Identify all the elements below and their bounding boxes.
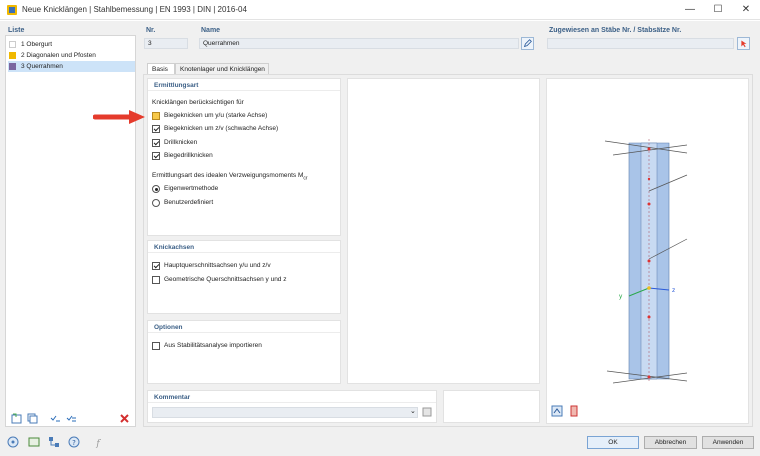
select-members-icon[interactable] [737,37,750,50]
view-options-icon[interactable] [551,405,563,417]
checkbox-drillknicken-label: Drillknicken [164,139,198,146]
new-item-icon[interactable] [10,412,23,425]
checkbox-biegeknicken-z[interactable] [152,125,160,133]
ok-button[interactable]: OK [587,436,639,449]
list-item-diagonalen[interactable]: 2 Diagonalen und Pfosten [8,50,135,61]
display-settings-icon[interactable] [568,405,580,417]
checkbox-biegedrillknicken[interactable] [152,152,160,160]
divider [148,402,436,403]
kommentar-input[interactable] [152,407,418,418]
checkbox-geometrische-achsen-label: Geometrische Querschnittsachsen y und z [164,276,287,283]
checkbox-hauptachsen-label: Hauptquerschnittsachsen y/u und z/v [164,262,271,269]
divider [148,90,340,91]
list-item-querrahmen[interactable]: 3 Querrahmen [8,61,135,72]
cancel-button[interactable]: Abbrechen [644,436,697,449]
optionen-panel: Optionen Aus Stabilitätsanalyse importie… [147,320,341,384]
title-bar: Neue Knicklängen | Stahlbemessung | EN 1… [0,0,760,20]
moment-subscript: cr [303,175,308,182]
annotation-arrow-icon [93,110,145,124]
color-swatch [9,41,16,48]
formula-icon[interactable]: f [92,436,104,448]
list-heading: Liste [8,27,25,34]
checkbox-biegedrillknicken-label: Biegedrillknicken [164,152,213,159]
tree-icon[interactable] [48,436,60,448]
delete-icon[interactable] [118,412,131,425]
ermittlungsart-panel: Ermittlungsart Knicklängen berücksichtig… [147,78,341,236]
member-preview [604,139,688,384]
assigned-field[interactable] [547,38,734,49]
window-title: Neue Knicklängen | Stahlbemessung | EN 1… [22,5,247,14]
radio-benutzerdefiniert[interactable] [152,199,160,207]
minimize-button[interactable]: — [676,0,704,20]
moment-label-text: Ermittlungsart des idealen Verzweigungsm… [152,172,304,179]
kommentar-panel: Kommentar ⌄ [147,390,437,423]
check-all-icon[interactable] [49,412,62,425]
divider [148,252,340,253]
nr-field[interactable]: 3 [144,38,188,49]
knickachsen-panel: Knickachsen Hauptquerschnittsachsen y/u … [147,240,341,314]
list-item-label: 3 Querrahmen [21,63,63,70]
radio-eigenwertmethode[interactable] [152,185,160,193]
app-icon [7,5,17,15]
list-item-label: 2 Diagonalen und Pfosten [21,52,96,59]
assigned-label: Zugewiesen an Stäbe Nr. / Stabsätze Nr. [549,27,682,34]
radio-eigenwertmethode-label: Eigenwertmethode [164,185,219,192]
details-panel [347,78,540,384]
apply-button[interactable]: Anwenden [702,436,754,449]
knickachsen-heading: Knickachsen [154,244,195,251]
checkbox-biegeknicken-y-label: Biegeknicken um y/u (starke Achse) [164,112,268,119]
list-item-label: 1 Obergurt [21,41,53,48]
checkbox-hauptachsen[interactable] [152,262,160,270]
list-item-obergurt[interactable]: 1 Obergurt [8,39,135,50]
checkbox-biegeknicken-z-label: Biegeknicken um z/v (schwache Achse) [164,125,279,132]
name-field[interactable]: Querrahmen [199,38,519,49]
preview-panel: y z [546,78,749,424]
units-icon[interactable] [28,436,40,448]
name-label: Name [201,27,221,34]
edit-name-icon[interactable] [521,37,534,50]
color-swatch [9,52,16,59]
close-window-button[interactable]: ✕ [732,0,760,20]
kommentar-extra-panel [443,390,540,423]
comment-library-icon[interactable] [421,406,433,418]
info-icon[interactable]: ? [68,436,80,448]
moment-label: Ermittlungsart des idealen Verzweigungsm… [152,172,308,181]
color-swatch [9,63,16,70]
axis-z-label: z [672,287,676,294]
list-box[interactable]: 1 Obergurt 2 Diagonalen und Pfosten 3 Qu… [5,35,136,427]
chevron-down-icon[interactable]: ⌄ [410,407,416,415]
knicklaengen-label: Knicklängen berücksichtigen für [152,99,244,106]
svg-text:?: ? [72,439,76,447]
help-icon[interactable] [7,436,19,448]
checkbox-biegeknicken-y[interactable] [152,112,160,120]
radio-benutzerdefiniert-label: Benutzerdefiniert [164,199,214,206]
checkbox-stabilitaetsanalyse-label: Aus Stabilitätsanalyse importieren [164,342,262,349]
checkbox-drillknicken[interactable] [152,139,160,147]
kommentar-heading: Kommentar [154,394,191,401]
checkbox-stabilitaetsanalyse[interactable] [152,342,160,350]
svg-text:f: f [95,439,101,448]
divider [148,332,340,333]
maximize-button[interactable]: ☐ [704,0,732,20]
optionen-heading: Optionen [154,324,183,331]
ermittlungsart-heading: Ermittlungsart [154,82,199,89]
axis-y-label: y [619,293,623,300]
checkbox-geometrische-achsen[interactable] [152,276,160,284]
nr-label: Nr. [146,27,156,34]
uncheck-all-icon[interactable] [65,412,78,425]
copy-item-icon[interactable] [26,412,39,425]
